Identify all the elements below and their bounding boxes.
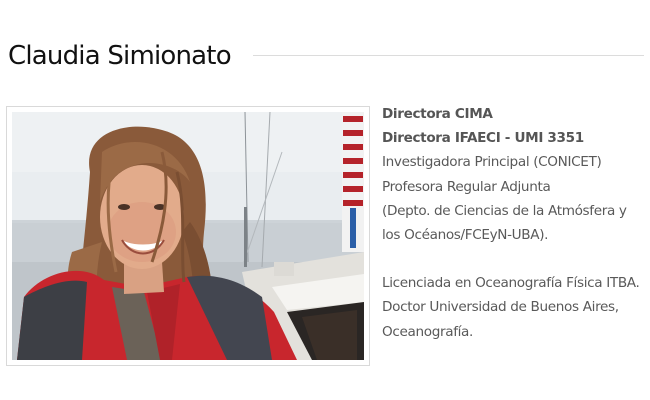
education-line: Doctor Universidad de Buenos Aires, [382, 299, 619, 316]
bio-text: Directora CIMA Directora IFAECI - UMI 33… [382, 102, 648, 344]
education-line: Licenciada en Oceanografía Física ITBA. [382, 275, 640, 292]
position-line: (Depto. de Ciencias de la Atmósfera y [382, 202, 627, 219]
position-line: Investigadora Principal (CONICET) [382, 154, 602, 171]
page-title: Claudia Simionato [8, 41, 232, 71]
position-line: Profesora Regular Adjunta [382, 178, 551, 195]
position-line: los Océanos/FCEyN-UBA). [382, 227, 549, 244]
title-divider [253, 55, 644, 56]
profile-photo [12, 112, 364, 360]
education-line: Oceanografía. [382, 323, 474, 340]
role-line: Directora CIMA [382, 106, 493, 122]
role-line: Directora IFAECI - UMI 3351 [382, 130, 584, 147]
profile-photo-frame [6, 106, 370, 366]
header-row: Claudia Simionato [8, 36, 644, 76]
